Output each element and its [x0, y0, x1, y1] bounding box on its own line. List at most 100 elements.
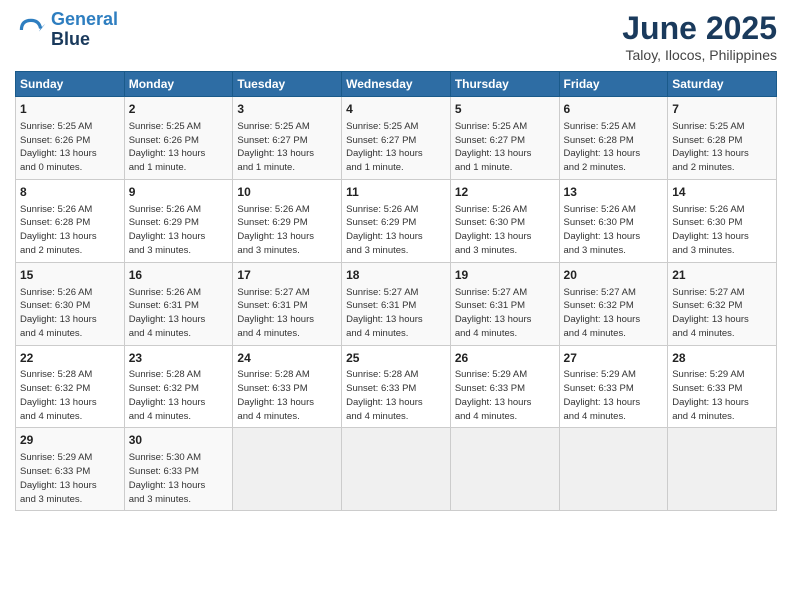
day-number: 2 [129, 101, 229, 118]
day-cell-13: 13 Sunrise: 5:26 AMSunset: 6:30 PMDayligh… [559, 179, 668, 262]
day-cell-18: 18 Sunrise: 5:27 AMSunset: 6:31 PMDayligh… [342, 262, 451, 345]
day-info: Sunrise: 5:29 AMSunset: 6:33 PMDaylight:… [20, 451, 120, 506]
day-number: 1 [20, 101, 120, 118]
day-cell-17: 17 Sunrise: 5:27 AMSunset: 6:31 PMDayligh… [233, 262, 342, 345]
day-info: Sunrise: 5:30 AMSunset: 6:33 PMDaylight:… [129, 451, 229, 506]
day-cell-28: 28Sunrise: 5:29 AMSunset: 6:33 PMDayligh… [668, 345, 777, 428]
day-number: 24 [237, 350, 337, 367]
empty-cell [342, 428, 451, 511]
empty-cell [559, 428, 668, 511]
empty-cell [668, 428, 777, 511]
day-number: 16 [129, 267, 229, 284]
day-number: 3 [237, 101, 337, 118]
day-info: Sunrise: 5:26 AMSunset: 6:31 PMDaylight:… [129, 286, 229, 341]
day-info: Sunrise: 5:28 AMSunset: 6:33 PMDaylight:… [346, 368, 446, 423]
day-cell-2: 2 Sunrise: 5:25 AMSunset: 6:26 PMDaylight… [124, 97, 233, 180]
day-cell-8: 8 Sunrise: 5:26 AMSunset: 6:28 PMDaylight… [16, 179, 125, 262]
weekday-tuesday: Tuesday [233, 72, 342, 97]
week-row-1: 1 Sunrise: 5:25 AMSunset: 6:26 PMDaylight… [16, 97, 777, 180]
week-row-4: 22Sunrise: 5:28 AMSunset: 6:32 PMDayligh… [16, 345, 777, 428]
day-cell-23: 23Sunrise: 5:28 AMSunset: 6:32 PMDayligh… [124, 345, 233, 428]
day-cell-11: 11 Sunrise: 5:26 AMSunset: 6:29 PMDayligh… [342, 179, 451, 262]
day-info: Sunrise: 5:27 AMSunset: 6:32 PMDaylight:… [564, 286, 664, 341]
day-info: Sunrise: 5:28 AMSunset: 6:33 PMDaylight:… [237, 368, 337, 423]
weekday-wednesday: Wednesday [342, 72, 451, 97]
day-info: Sunrise: 5:26 AMSunset: 6:30 PMDaylight:… [564, 203, 664, 258]
day-number: 18 [346, 267, 446, 284]
calendar-table: SundayMondayTuesdayWednesdayThursdayFrid… [15, 71, 777, 511]
day-info: Sunrise: 5:26 AMSunset: 6:30 PMDaylight:… [672, 203, 772, 258]
day-cell-12: 12 Sunrise: 5:26 AMSunset: 6:30 PMDayligh… [450, 179, 559, 262]
day-info: Sunrise: 5:26 AMSunset: 6:30 PMDaylight:… [455, 203, 555, 258]
page-header: General Blue June 2025 Taloy, Ilocos, Ph… [15, 10, 777, 63]
day-info: Sunrise: 5:29 AMSunset: 6:33 PMDaylight:… [455, 368, 555, 423]
title-block: June 2025 Taloy, Ilocos, Philippines [622, 10, 777, 63]
day-info: Sunrise: 5:27 AMSunset: 6:32 PMDaylight:… [672, 286, 772, 341]
day-number: 4 [346, 101, 446, 118]
day-cell-22: 22Sunrise: 5:28 AMSunset: 6:32 PMDayligh… [16, 345, 125, 428]
day-number: 12 [455, 184, 555, 201]
day-info: Sunrise: 5:26 AMSunset: 6:29 PMDaylight:… [237, 203, 337, 258]
day-info: Sunrise: 5:28 AMSunset: 6:32 PMDaylight:… [129, 368, 229, 423]
day-cell-30: 30 Sunrise: 5:30 AMSunset: 6:33 PMDayligh… [124, 428, 233, 511]
day-info: Sunrise: 5:26 AMSunset: 6:28 PMDaylight:… [20, 203, 120, 258]
day-cell-26: 26Sunrise: 5:29 AMSunset: 6:33 PMDayligh… [450, 345, 559, 428]
month-title: June 2025 [622, 10, 777, 47]
day-info: Sunrise: 5:27 AMSunset: 6:31 PMDaylight:… [346, 286, 446, 341]
day-cell-4: 4 Sunrise: 5:25 AMSunset: 6:27 PMDaylight… [342, 97, 451, 180]
logo: General Blue [15, 10, 118, 50]
day-number: 30 [129, 432, 229, 449]
day-cell-5: 5Sunrise: 5:25 AMSunset: 6:27 PMDaylight… [450, 97, 559, 180]
day-info: Sunrise: 5:25 AMSunset: 6:27 PMDaylight:… [237, 120, 337, 175]
day-cell-10: 10 Sunrise: 5:26 AMSunset: 6:29 PMDayligh… [233, 179, 342, 262]
day-number: 14 [672, 184, 772, 201]
day-number: 13 [564, 184, 664, 201]
day-info: Sunrise: 5:26 AMSunset: 6:30 PMDaylight:… [20, 286, 120, 341]
day-cell-6: 6 Sunrise: 5:25 AMSunset: 6:28 PMDaylight… [559, 97, 668, 180]
day-number: 8 [20, 184, 120, 201]
day-number: 20 [564, 267, 664, 284]
day-info: Sunrise: 5:25 AMSunset: 6:27 PMDaylight:… [455, 120, 555, 175]
logo-text: General Blue [51, 10, 118, 50]
day-number: 6 [564, 101, 664, 118]
day-number: 28 [672, 350, 772, 367]
day-cell-24: 24Sunrise: 5:28 AMSunset: 6:33 PMDayligh… [233, 345, 342, 428]
day-info: Sunrise: 5:25 AMSunset: 6:28 PMDaylight:… [564, 120, 664, 175]
day-cell-25: 25Sunrise: 5:28 AMSunset: 6:33 PMDayligh… [342, 345, 451, 428]
week-row-2: 8 Sunrise: 5:26 AMSunset: 6:28 PMDaylight… [16, 179, 777, 262]
day-number: 10 [237, 184, 337, 201]
day-number: 11 [346, 184, 446, 201]
weekday-sunday: Sunday [16, 72, 125, 97]
day-info: Sunrise: 5:25 AMSunset: 6:26 PMDaylight:… [129, 120, 229, 175]
day-info: Sunrise: 5:28 AMSunset: 6:32 PMDaylight:… [20, 368, 120, 423]
week-row-3: 15Sunrise: 5:26 AMSunset: 6:30 PMDayligh… [16, 262, 777, 345]
weekday-thursday: Thursday [450, 72, 559, 97]
day-number: 17 [237, 267, 337, 284]
day-cell-15: 15Sunrise: 5:26 AMSunset: 6:30 PMDayligh… [16, 262, 125, 345]
logo-icon [15, 14, 47, 46]
day-cell-20: 20 Sunrise: 5:27 AMSunset: 6:32 PMDayligh… [559, 262, 668, 345]
day-info: Sunrise: 5:25 AMSunset: 6:26 PMDaylight:… [20, 120, 120, 175]
day-number: 23 [129, 350, 229, 367]
day-cell-29: 29 Sunrise: 5:29 AMSunset: 6:33 PMDayligh… [16, 428, 125, 511]
day-info: Sunrise: 5:29 AMSunset: 6:33 PMDaylight:… [564, 368, 664, 423]
day-info: Sunrise: 5:25 AMSunset: 6:27 PMDaylight:… [346, 120, 446, 175]
day-info: Sunrise: 5:26 AMSunset: 6:29 PMDaylight:… [129, 203, 229, 258]
week-row-5: 29 Sunrise: 5:29 AMSunset: 6:33 PMDayligh… [16, 428, 777, 511]
weekday-friday: Friday [559, 72, 668, 97]
day-info: Sunrise: 5:27 AMSunset: 6:31 PMDaylight:… [455, 286, 555, 341]
day-number: 29 [20, 432, 120, 449]
day-info: Sunrise: 5:25 AMSunset: 6:28 PMDaylight:… [672, 120, 772, 175]
day-number: 26 [455, 350, 555, 367]
day-info: Sunrise: 5:27 AMSunset: 6:31 PMDaylight:… [237, 286, 337, 341]
day-info: Sunrise: 5:26 AMSunset: 6:29 PMDaylight:… [346, 203, 446, 258]
day-number: 9 [129, 184, 229, 201]
day-number: 22 [20, 350, 120, 367]
day-cell-19: 19 Sunrise: 5:27 AMSunset: 6:31 PMDayligh… [450, 262, 559, 345]
day-number: 19 [455, 267, 555, 284]
weekday-monday: Monday [124, 72, 233, 97]
empty-cell [450, 428, 559, 511]
day-number: 27 [564, 350, 664, 367]
day-cell-14: 14 Sunrise: 5:26 AMSunset: 6:30 PMDayligh… [668, 179, 777, 262]
weekday-header-row: SundayMondayTuesdayWednesdayThursdayFrid… [16, 72, 777, 97]
